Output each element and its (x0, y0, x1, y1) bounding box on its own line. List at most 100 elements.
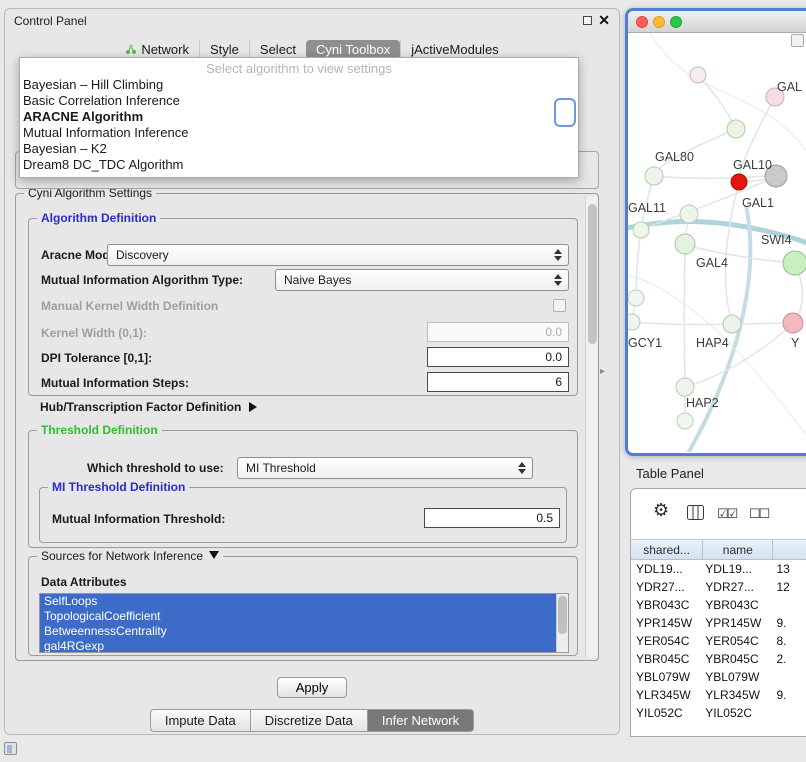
table-row[interactable]: YER054CYER054C8. (631, 632, 806, 650)
attribute-item-betweennesscentrality[interactable]: BetweennessCentrality (40, 624, 557, 639)
network-edge (632, 322, 731, 325)
network-node[interactable] (677, 413, 693, 429)
settings-scrollbar-thumb[interactable] (588, 204, 597, 344)
bottom-tab-discretize-data[interactable]: Discretize Data (251, 709, 368, 732)
hub-definition-label: Hub/Transcription Factor Definition (40, 400, 241, 414)
table-row[interactable]: YPR145WYPR145W9. (631, 614, 806, 632)
attribute-items: SelfLoopsTopologicalCoefficientBetweenne… (40, 594, 568, 653)
algorithm-option-bayesian-k2[interactable]: Bayesian – K2 (20, 141, 578, 157)
zoom-window-button[interactable] (670, 16, 682, 28)
network-node[interactable] (645, 167, 663, 185)
table-cell: YBR045C (631, 650, 703, 668)
algorithm-definition-group: Algorithm Definition Aracne Mode: Discov… (28, 218, 578, 396)
mi-threshold-definition-title: MI Threshold Definition (48, 480, 189, 494)
combo-down-arrow-icon (554, 281, 562, 286)
node-label-swi4: SWI4 (761, 233, 792, 247)
mi-algorithm-type-label: Mutual Information Algorithm Type: (41, 273, 243, 287)
algorithm-option-basic-correlation-inference[interactable]: Basic Correlation Inference (20, 93, 578, 109)
select-all-columns-icon[interactable]: ☑☑ (717, 506, 736, 522)
network-node[interactable] (676, 378, 694, 396)
close-panel-button[interactable]: ✕ (598, 12, 610, 29)
network-node[interactable] (783, 313, 803, 333)
network-node[interactable] (675, 234, 695, 254)
mi-algorithm-type-select[interactable]: Naive Bayes (275, 269, 569, 291)
column-header-2[interactable] (773, 540, 806, 559)
bottom-tab-bar: Impute DataDiscretize DataInfer Network (5, 709, 619, 732)
collapse-down-arrow-icon (209, 551, 219, 559)
apply-button[interactable]: Apply (277, 677, 348, 698)
combo-up-arrow-icon (554, 274, 562, 279)
table-row[interactable]: YLR345WYLR345W9. (631, 686, 806, 704)
network-node[interactable] (783, 251, 806, 275)
tab-style[interactable]: Style (199, 40, 249, 59)
attribute-item-gal4rgexp[interactable]: gal4RGexp (40, 639, 557, 653)
network-window-titlebar[interactable] (628, 11, 806, 33)
table-cell: 12 (773, 578, 806, 596)
network-view-window: GALGAL80GAL10GAL11GAL1SWI4GAL4GCY1HAP4YH… (625, 8, 806, 456)
data-attributes-list: SelfLoopsTopologicalCoefficientBetweenne… (39, 593, 569, 653)
threshold-definition-group: Threshold Definition Which threshold to … (28, 430, 578, 548)
network-edge (684, 245, 685, 386)
collapsed-panel-icon[interactable] (4, 742, 17, 755)
table-row[interactable]: YBL079WYBL079W (631, 668, 806, 686)
tab-label: Cyni Toolbox (316, 42, 390, 57)
network-edge (686, 205, 750, 452)
network-node[interactable] (723, 315, 741, 333)
network-node[interactable] (628, 314, 640, 330)
bottom-tab-impute-data[interactable]: Impute Data (150, 709, 251, 732)
attribute-item-topologicalcoefficient[interactable]: TopologicalCoefficient (40, 609, 557, 624)
control-panel-window: Control Panel ✕ NetworkStyleSelectCyni T… (4, 8, 620, 735)
close-window-button[interactable] (636, 16, 648, 28)
algorithm-option-dream8-dc-tdc-algorithm[interactable]: Dream8 DC_TDC Algorithm (20, 157, 578, 173)
sources-toggle[interactable]: Sources for Network Inference (37, 549, 223, 563)
show-columns-icon[interactable] (687, 505, 704, 520)
table-cell: YDL19... (631, 560, 703, 578)
network-node[interactable] (690, 67, 706, 83)
tab-jactivemodules[interactable]: jActiveModules (400, 40, 508, 59)
float-window-button[interactable] (583, 16, 592, 25)
network-node[interactable] (628, 290, 644, 306)
table-panel-title: Table Panel (636, 466, 704, 481)
algorithm-option-bayesian-hill-climbing[interactable]: Bayesian – Hill Climbing (20, 77, 578, 93)
birdseye-toggle[interactable] (791, 34, 804, 47)
table-cell: YBR043C (703, 596, 773, 614)
network-node[interactable] (633, 222, 649, 238)
network-node[interactable] (680, 205, 698, 223)
table-row[interactable]: YBR045CYBR045C2. (631, 650, 806, 668)
table-row[interactable]: YBR043CYBR043C (631, 596, 806, 614)
table-row[interactable]: YIL052CYIL052C (631, 704, 806, 722)
table-row[interactable]: YDL19...YDL19...13 (631, 560, 806, 578)
manual-kernel-width-checkbox[interactable] (553, 299, 566, 312)
cyni-algorithm-settings-group: Cyni Algorithm Settings Algorithm Defini… (15, 193, 599, 661)
algorithm-option-mutual-information-inference[interactable]: Mutual Information Inference (20, 125, 578, 141)
tab-network[interactable]: Network (115, 40, 199, 59)
column-header-shared[interactable]: shared... (631, 540, 703, 559)
dpi-tolerance-input[interactable]: 0.0 (427, 347, 569, 367)
help-button[interactable] (554, 98, 576, 127)
which-threshold-select[interactable]: MI Threshold (237, 457, 533, 479)
attribute-item-selfloops[interactable]: SelfLoops (40, 594, 557, 609)
tab-cyni-toolbox[interactable]: Cyni Toolbox (306, 40, 400, 59)
hub-definition-toggle[interactable]: Hub/Transcription Factor Definition (40, 400, 257, 414)
mi-steps-input[interactable]: 6 (427, 372, 569, 392)
mi-threshold-input[interactable]: 0.5 (424, 508, 560, 528)
manual-kernel-width-label: Manual Kernel Width Definition (41, 299, 218, 313)
splitter-handle[interactable]: ▸ (600, 366, 605, 377)
column-header-name[interactable]: name (703, 540, 773, 559)
aracne-mode-select[interactable]: Discovery (107, 244, 569, 266)
algorithm-option-aracne-algorithm[interactable]: ARACNE Algorithm (20, 109, 578, 125)
table-cell: YPR145W (703, 614, 773, 632)
bottom-tab-infer-network[interactable]: Infer Network (368, 709, 474, 732)
node-label-y: Y (791, 336, 800, 350)
minimize-window-button[interactable] (653, 16, 665, 28)
deselect-all-columns-icon[interactable]: ☐☐ (749, 506, 768, 522)
tab-select[interactable]: Select (249, 40, 306, 59)
table-settings-gear-icon[interactable]: ⚙ (653, 500, 669, 521)
network-canvas[interactable]: GALGAL80GAL10GAL11GAL1SWI4GAL4GCY1HAP4YH… (628, 33, 806, 452)
table-row[interactable]: YDR27...YDR27...12 (631, 578, 806, 596)
node-label-gcy1: GCY1 (628, 336, 662, 350)
network-node[interactable] (727, 120, 745, 138)
attributes-scrollbar-thumb[interactable] (558, 596, 567, 634)
tab-label: Network (141, 42, 189, 57)
network-node[interactable] (731, 174, 747, 190)
